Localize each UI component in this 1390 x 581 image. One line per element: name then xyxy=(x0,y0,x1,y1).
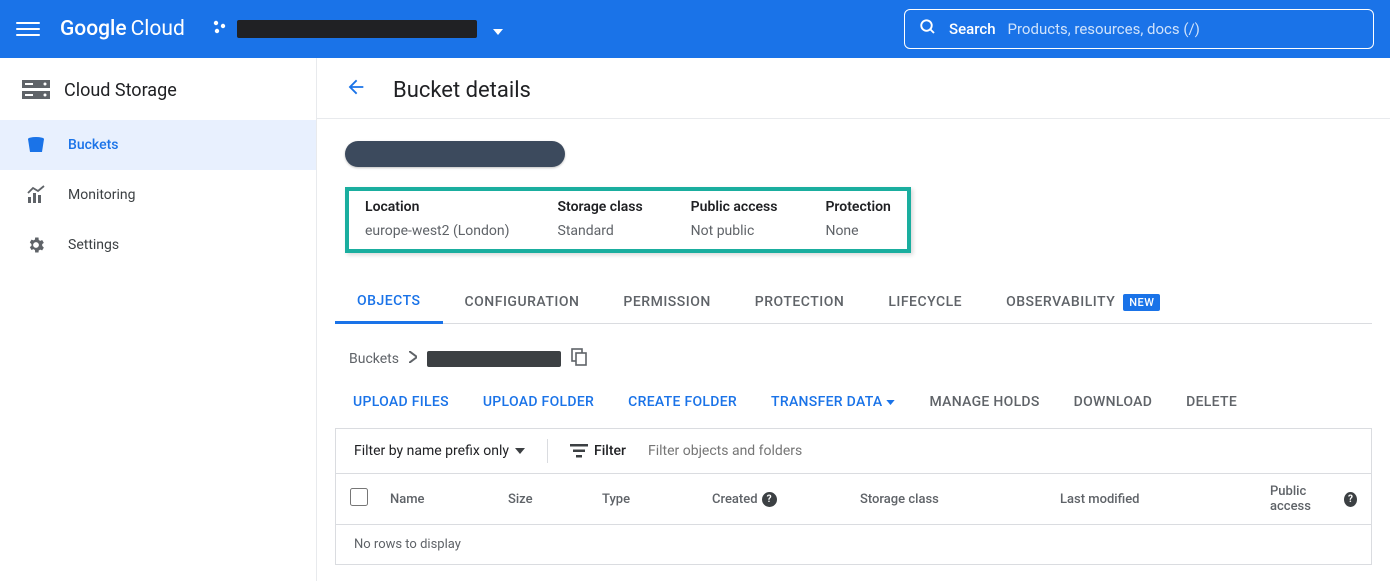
sidebar-item-label: Monitoring xyxy=(68,187,136,203)
divider xyxy=(547,439,548,463)
col-type[interactable]: Type xyxy=(602,492,712,507)
breadcrumb-root[interactable]: Buckets xyxy=(349,351,399,367)
filter-mode-label: Filter by name prefix only xyxy=(354,443,509,459)
menu-icon[interactable] xyxy=(16,17,40,41)
download-button[interactable]: DOWNLOAD xyxy=(1074,394,1153,410)
service-title: Cloud Storage xyxy=(0,70,316,120)
create-folder-button[interactable]: CREATE FOLDER xyxy=(628,394,737,410)
tab-objects[interactable]: OBJECTS xyxy=(335,281,443,324)
storage-class-header: Storage class xyxy=(558,199,643,215)
logo-bold: Google xyxy=(60,17,127,41)
logo-light: Cloud xyxy=(131,17,185,41)
back-arrow-icon[interactable] xyxy=(345,76,367,104)
empty-state: No rows to display xyxy=(336,525,1371,564)
project-selector[interactable] xyxy=(213,20,503,39)
tab-permission[interactable]: PERMISSION xyxy=(601,281,732,323)
tab-label: LIFECYCLE xyxy=(888,294,962,310)
tab-configuration[interactable]: CONFIGURATION xyxy=(443,281,602,323)
objects-table: Name Size Type Created ? Storage class L… xyxy=(335,474,1372,565)
filter-text: Filter xyxy=(594,443,626,459)
tab-observability[interactable]: OBSERVABILITY NEW xyxy=(984,281,1182,323)
cloud-storage-icon xyxy=(22,78,46,102)
copy-icon[interactable] xyxy=(571,348,587,370)
tab-label: OBJECTS xyxy=(357,293,421,309)
monitoring-icon xyxy=(26,185,46,205)
tabs: OBJECTS CONFIGURATION PERMISSION PROTECT… xyxy=(335,281,1372,324)
sidebar: Cloud Storage Buckets Monitoring Setting… xyxy=(0,58,317,581)
upload-files-button[interactable]: UPLOAD FILES xyxy=(353,394,449,410)
tab-label: OBSERVABILITY xyxy=(1006,294,1115,310)
col-size[interactable]: Size xyxy=(508,492,602,507)
breadcrumb: Buckets xyxy=(317,324,1390,380)
delete-button[interactable]: DELETE xyxy=(1186,394,1237,410)
sidebar-item-settings[interactable]: Settings xyxy=(0,220,316,270)
filter-mode-dropdown[interactable]: Filter by name prefix only xyxy=(354,443,525,459)
help-icon[interactable]: ? xyxy=(1344,492,1357,507)
filter-bar: Filter by name prefix only Filter xyxy=(335,428,1372,474)
summary-public-access: Public access Not public xyxy=(691,199,778,239)
public-access-header: Public access xyxy=(691,199,778,215)
chevron-down-icon xyxy=(886,400,895,405)
search-bar[interactable]: Search Products, resources, docs (/) xyxy=(904,9,1374,49)
public-access-value: Not public xyxy=(691,223,778,239)
chevron-right-icon xyxy=(409,351,417,367)
logo[interactable]: Google Cloud xyxy=(60,17,185,41)
col-created-label: Created xyxy=(712,492,758,507)
search-placeholder: Products, resources, docs (/) xyxy=(1008,20,1200,38)
transfer-data-label: TRANSFER DATA xyxy=(771,394,882,410)
tab-label: PROTECTION xyxy=(755,294,845,310)
col-storage-class[interactable]: Storage class xyxy=(860,492,1060,507)
storage-class-value: Standard xyxy=(558,223,643,239)
content: Bucket details Location europe-west2 (Lo… xyxy=(317,58,1390,581)
sidebar-item-monitoring[interactable]: Monitoring xyxy=(0,170,316,220)
tab-lifecycle[interactable]: LIFECYCLE xyxy=(866,281,984,323)
sidebar-item-label: Settings xyxy=(68,237,119,253)
col-public-access[interactable]: Public access ? xyxy=(1270,484,1357,514)
search-icon xyxy=(919,18,937,40)
location-value: europe-west2 (London) xyxy=(365,223,510,239)
col-last-modified[interactable]: Last modified xyxy=(1060,492,1270,507)
bucket-icon xyxy=(26,135,46,155)
project-name-redacted xyxy=(237,20,477,38)
filter-label: Filter xyxy=(570,443,626,459)
project-icon xyxy=(213,20,227,38)
col-created[interactable]: Created ? xyxy=(712,492,860,507)
page-title: Bucket details xyxy=(393,78,531,103)
tab-label: CONFIGURATION xyxy=(465,294,580,310)
action-bar: UPLOAD FILES UPLOAD FOLDER CREATE FOLDER… xyxy=(317,380,1390,428)
sidebar-item-label: Buckets xyxy=(68,137,118,153)
help-icon[interactable]: ? xyxy=(762,492,777,507)
page-header: Bucket details xyxy=(317,58,1390,119)
transfer-data-button[interactable]: TRANSFER DATA xyxy=(771,394,895,410)
chevron-down-icon xyxy=(515,448,525,454)
tab-protection[interactable]: PROTECTION xyxy=(733,281,867,323)
table-header: Name Size Type Created ? Storage class L… xyxy=(336,474,1371,525)
summary-location: Location europe-west2 (London) xyxy=(365,199,510,239)
gear-icon xyxy=(26,235,46,255)
protection-header: Protection xyxy=(825,199,890,215)
breadcrumb-bucket-redacted xyxy=(427,351,561,367)
col-public-label: Public access xyxy=(1270,484,1340,514)
tab-label: PERMISSION xyxy=(623,294,710,310)
search-label: Search xyxy=(949,20,996,38)
location-header: Location xyxy=(365,199,510,215)
top-header: Google Cloud Search Products, resources,… xyxy=(0,0,1390,58)
upload-folder-button[interactable]: UPLOAD FOLDER xyxy=(483,394,594,410)
service-label: Cloud Storage xyxy=(64,80,177,101)
bucket-name-redacted xyxy=(345,141,565,167)
new-badge: NEW xyxy=(1123,294,1160,311)
col-name[interactable]: Name xyxy=(390,492,508,507)
manage-holds-button[interactable]: MANAGE HOLDS xyxy=(929,394,1039,410)
protection-value: None xyxy=(825,223,890,239)
filter-icon xyxy=(570,444,588,458)
select-all-checkbox[interactable] xyxy=(350,488,368,506)
summary-storage-class: Storage class Standard xyxy=(558,199,643,239)
summary-protection: Protection None xyxy=(825,199,890,239)
summary-box: Location europe-west2 (London) Storage c… xyxy=(345,187,911,253)
sidebar-item-buckets[interactable]: Buckets xyxy=(0,120,316,170)
bucket-name-area xyxy=(317,119,1390,177)
chevron-down-icon xyxy=(493,20,503,39)
filter-input[interactable] xyxy=(648,443,1353,459)
